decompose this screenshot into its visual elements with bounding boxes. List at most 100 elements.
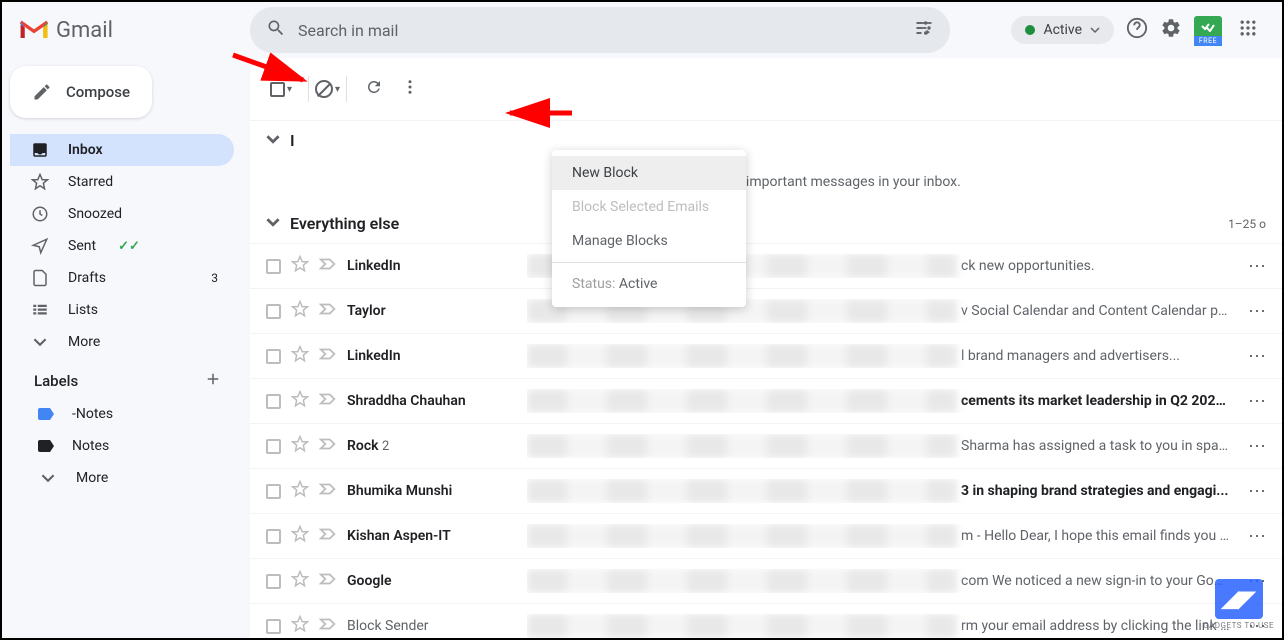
important-icon[interactable] [319,527,337,545]
row-more-icon[interactable]: ⋯ [1248,256,1266,277]
email-snippet: rm your email address by clicking the li… [961,618,1230,634]
row-checkbox[interactable] [266,304,281,319]
important-icon[interactable] [319,392,337,410]
row-more-icon[interactable]: ⋯ [1248,481,1266,502]
email-row[interactable]: Shraddha Chauhan cements its market lead… [250,378,1282,423]
double-check-icon: ✓✓ [118,239,140,254]
search-icon[interactable] [262,14,290,46]
star-icon[interactable] [291,570,309,592]
row-checkbox[interactable] [266,529,281,544]
search-bar[interactable]: Search in mail [250,7,950,53]
active-dot-icon [1025,25,1035,35]
important-icon[interactable] [319,482,337,500]
redacted-subject [527,344,957,368]
nav-label: Lists [68,302,98,318]
star-icon[interactable] [291,615,309,637]
row-checkbox[interactable] [266,394,281,409]
row-checkbox[interactable] [266,349,281,364]
important-icon[interactable] [319,257,337,275]
label-notes-2[interactable]: Notes [10,430,242,462]
more-button[interactable] [395,72,425,106]
email-row[interactable]: Kishan Aspen-IT m - Hello Dear, I hope t… [250,513,1282,558]
apps-grid-icon[interactable] [1238,18,1258,42]
nav-label: Inbox [68,142,103,158]
label-tag-icon [38,408,54,420]
watermark-logo: ◢◤ [1215,579,1263,619]
settings-icon[interactable] [1160,17,1182,43]
pencil-icon [32,82,52,102]
email-row[interactable]: Rock 2 Sharma has assigned a task to you… [250,423,1282,468]
drafts-count: 3 [211,271,218,285]
email-sender: Shraddha Chauhan [347,393,517,409]
search-input[interactable]: Search in mail [298,21,902,40]
email-row[interactable]: LinkedIn l brand managers and advertiser… [250,333,1282,378]
sidebar-item-drafts[interactable]: Drafts 3 [10,262,234,294]
help-icon[interactable] [1126,17,1148,43]
sidebar-item-more[interactable]: More [10,326,234,358]
row-more-icon[interactable]: ⋯ [1248,436,1266,457]
extension-badge[interactable]: FREE [1194,16,1226,44]
row-checkbox[interactable] [266,484,281,499]
send-icon [30,237,50,255]
row-more-icon[interactable]: ⋯ [1248,346,1266,367]
important-icon[interactable] [319,347,337,365]
row-more-icon[interactable]: ⋯ [1248,301,1266,322]
label-text: Notes [72,438,109,454]
section-everything-else[interactable]: Everything else 1–25 o [250,204,1282,243]
row-more-icon[interactable]: ⋯ [1248,391,1266,412]
star-icon[interactable] [291,255,309,277]
email-subject-area: com We noticed a new sign-in to your Goo… [527,569,1230,593]
star-icon[interactable] [291,435,309,457]
email-row[interactable]: Taylor v Social Calendar and Content Cal… [250,288,1282,333]
redacted-subject [527,389,957,413]
header-right: Active FREE [1011,16,1266,44]
sidebar-item-lists[interactable]: Lists [10,294,234,326]
email-subject-area: rm your email address by clicking the li… [527,614,1230,638]
email-row[interactable]: Bhumika Munshi 3 in shaping brand strate… [250,468,1282,513]
label-more[interactable]: More [10,462,242,494]
label-text: More [76,470,108,486]
section-important[interactable]: I [250,121,1282,160]
checkmark-icon [1194,16,1222,36]
email-row[interactable]: Block Sender rm your email address by cl… [250,603,1282,638]
tune-icon[interactable] [910,14,938,46]
email-subject-area: cements its market leadership in Q2 2023… [527,389,1230,413]
dropdown-manage-blocks[interactable]: Manage Blocks [552,224,746,258]
dropdown-new-block[interactable]: New Block [552,156,746,190]
row-checkbox[interactable] [266,574,281,589]
star-icon[interactable] [291,390,309,412]
star-icon[interactable] [291,300,309,322]
email-sender: Taylor [347,303,517,319]
star-icon[interactable] [291,480,309,502]
dropdown-block-selected[interactable]: Block Selected Emails [552,190,746,224]
row-checkbox[interactable] [266,259,281,274]
compose-button[interactable]: Compose [10,66,152,118]
label-notes-1[interactable]: -Notes [10,398,242,430]
add-label-icon[interactable] [204,370,222,392]
chevron-down-icon: ▾ [335,84,340,95]
sidebar-item-starred[interactable]: Starred [10,166,234,198]
email-row[interactable]: LinkedIn ck new opportunities. ⋯ [250,243,1282,288]
star-icon[interactable] [291,525,309,547]
important-icon[interactable] [319,437,337,455]
row-checkbox[interactable] [266,439,281,454]
sidebar-item-inbox[interactable]: Inbox [10,134,234,166]
email-row[interactable]: Google com We noticed a new sign-in to y… [250,558,1282,603]
block-sender-button[interactable]: ▾ [308,76,347,102]
status-chip[interactable]: Active [1011,16,1114,44]
email-subject-area: m - Hello Dear, I hope this email finds … [527,524,1230,548]
important-icon[interactable] [319,572,337,590]
row-more-icon[interactable]: ⋯ [1248,526,1266,547]
select-all-checkbox[interactable]: ▾ [266,78,296,101]
file-icon [30,269,50,287]
refresh-button[interactable] [359,72,389,106]
row-checkbox[interactable] [266,619,281,634]
gmail-logo[interactable]: Gmail [18,18,113,43]
important-icon[interactable] [319,302,337,320]
star-icon[interactable] [291,345,309,367]
dropdown-divider [552,262,746,263]
sidebar-item-sent[interactable]: Sent ✓✓ [10,230,234,262]
labels-title: Labels [34,372,78,390]
sidebar-item-snoozed[interactable]: Snoozed [10,198,234,230]
important-icon[interactable] [319,617,337,635]
